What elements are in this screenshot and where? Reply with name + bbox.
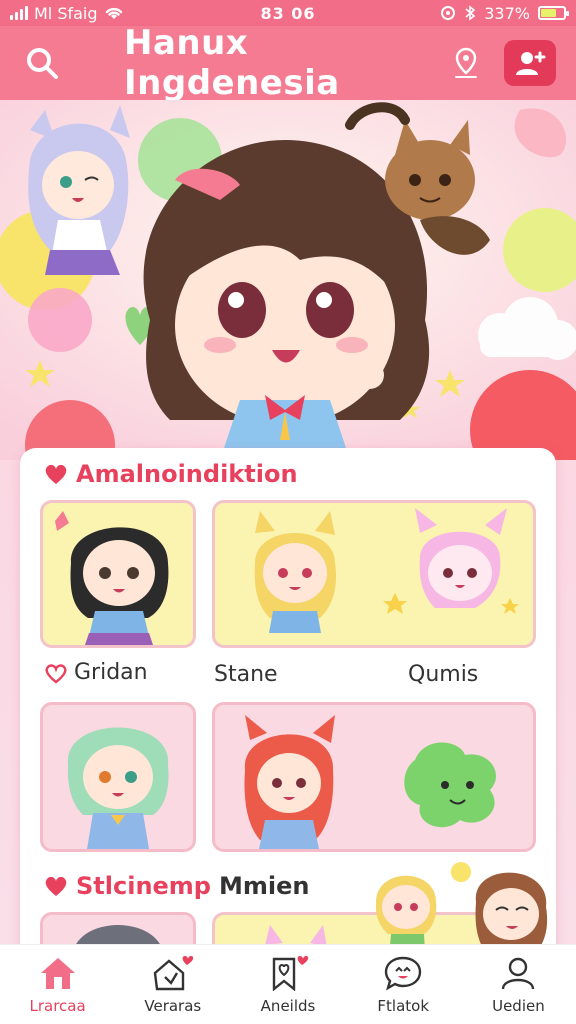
section-title-1-text: Amalnoindiktion [76,460,298,488]
user-add-icon [516,51,546,75]
add-profile-button[interactable] [504,40,556,86]
nav-label-favorites: Veraras [144,996,202,1015]
nav-label-saved: Aneilds [260,996,316,1015]
nav-item-profile[interactable]: Uedien [461,945,576,1024]
nav-item-chat[interactable]: Ftlatok [346,945,461,1024]
heart-outline-icon [45,663,67,684]
nav-item-favorites[interactable]: Veraras [115,945,230,1024]
section-title-1: Amalnoindiktion [44,460,298,488]
hero-illustration [0,100,576,460]
row-label-3: Qumis [408,662,479,687]
home-icon [40,957,75,989]
character-thumb-pair [254,508,519,633]
character-tile[interactable] [40,702,196,852]
section-title-2-extra: Mmien [219,872,310,900]
character-thumb-red-hair-and-slime [244,715,496,849]
app-title: Hanux Ingdenesia [124,23,340,103]
heart-icon [45,876,67,896]
app-header: Hanux Ingdenesia [0,23,576,103]
alarm-icon [441,6,456,20]
location-button[interactable] [444,41,488,85]
nav-item-saved[interactable]: Aneilds [230,945,345,1024]
chat-face-icon [385,956,422,991]
row-label-1: Gridan [44,660,148,685]
bluetooth-icon [465,5,476,21]
character-thumb-mint-hair [67,727,169,849]
heart-icon [45,464,67,484]
carrier-label: Ml Sfaig [34,3,98,23]
character-tile[interactable] [40,500,196,648]
wifi-icon [105,7,122,19]
row-label-2: Stane [214,662,278,687]
character-thumb-dark-hair [55,511,169,645]
signal-icon [10,6,28,20]
search-icon [27,48,58,79]
bookmark-heart-icon [272,955,309,991]
battery-icon [538,6,569,20]
user-icon [502,957,535,989]
content-card: Amalnoindiktion Gridan Stane Qumis Stlci… [20,448,556,968]
status-time: 83 06 [260,3,316,23]
section-title-2-text: Stlcinemp [76,872,211,900]
nav-label-chat: Ftlatok [377,996,430,1015]
nav-item-home[interactable]: Lrarcaa [0,945,115,1024]
hero-artwork [0,100,576,460]
section-title-2: Stlcinemp Mmien [44,872,309,900]
heart-house-icon [153,955,194,990]
search-button[interactable] [20,41,64,85]
balloon-pink [28,288,92,352]
nav-label-home: Lrarcaa [29,996,86,1015]
battery-percent: 337% [484,3,530,23]
bottom-navigation: Lrarcaa Veraras Aneilds Ftlatok Uedien [0,944,576,1024]
character-tile[interactable] [212,500,536,648]
nav-label-profile: Uedien [492,996,545,1015]
row-label-1-text: Gridan [74,660,148,685]
location-pin-icon [455,47,477,78]
character-tile[interactable] [212,702,536,852]
